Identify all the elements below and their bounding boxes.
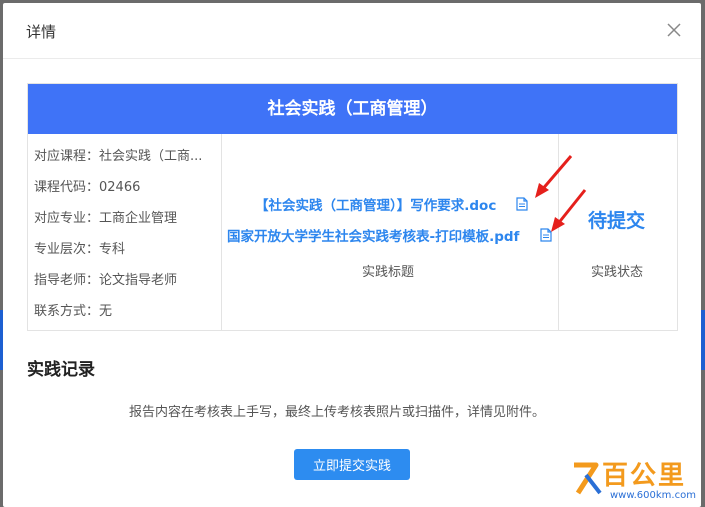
watermark-logo-icon: [574, 462, 602, 495]
info-course: 对应课程：社会实践（工商...: [34, 149, 203, 164]
close-icon[interactable]: [665, 21, 683, 39]
status-value: 待提交: [588, 210, 646, 232]
details-dialog: 详情 社会实践（工商管理） 对应课程：社会实践（工商... 课程代码：02466…: [3, 3, 701, 507]
practice-records-note: 报告内容在考核表上手写，最终上传考核表照片或扫描件，详情见附件。: [129, 405, 546, 420]
info-contact: 联系方式：无: [34, 304, 113, 319]
practice-records-title: 实践记录: [27, 360, 95, 380]
background-page-edge: [701, 310, 705, 370]
site-watermark: 百公里 www.600km.com: [570, 455, 700, 507]
dialog-title: 详情: [26, 23, 57, 41]
practice-title-caption: 实践标题: [362, 265, 415, 280]
course-info-column: 对应课程：社会实践（工商... 课程代码：02466 对应专业：工商企业管理 专…: [28, 134, 222, 330]
practice-files-column: 【社会实践（工商管理）】写作要求.doc 国家开放大学学生社会实践考核表-打印模…: [222, 134, 559, 330]
document-icon[interactable]: [516, 196, 528, 215]
info-advisor: 指导老师：论文指导老师: [34, 273, 178, 288]
watermark-url: www.600km.com: [610, 490, 696, 501]
info-level: 专业层次：专科: [34, 242, 126, 257]
file-link-assessment-pdf[interactable]: 国家开放大学学生社会实践考核表-打印模板.pdf: [227, 225, 519, 245]
watermark-text: 百公里: [602, 461, 687, 491]
info-course-code: 课程代码：02466: [34, 180, 141, 195]
info-major: 对应专业：工商企业管理: [34, 211, 178, 226]
file-link-requirements-doc[interactable]: 【社会实践（工商管理）】写作要求.doc: [255, 194, 496, 214]
dialog-header: 详情: [3, 3, 701, 59]
status-caption: 实践状态: [591, 265, 644, 280]
course-name-header: 社会实践（工商管理）: [28, 84, 677, 134]
submit-practice-button[interactable]: 立即提交实践: [294, 449, 410, 480]
red-arrow-annotation: [551, 189, 587, 232]
